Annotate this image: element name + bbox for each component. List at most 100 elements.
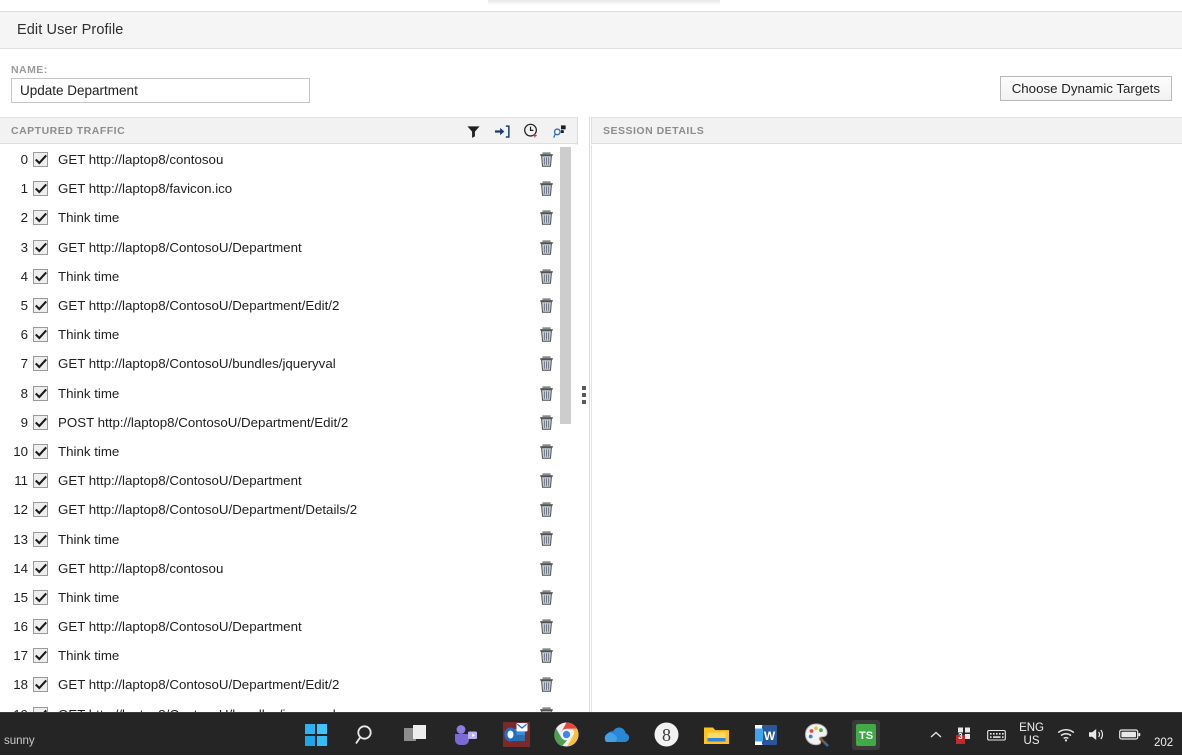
table-row[interactable]: 14 GET http://laptop8/contosou [0, 554, 578, 583]
file-explorer-icon[interactable] [701, 720, 731, 750]
row-checkbox[interactable] [33, 560, 48, 576]
pane-splitter[interactable] [578, 117, 590, 713]
row-checkbox[interactable] [33, 414, 48, 430]
table-row[interactable]: 10 Think time [0, 437, 578, 466]
row-checkbox[interactable] [33, 327, 48, 343]
table-row[interactable]: 2 Think time [0, 203, 578, 232]
trash-icon[interactable] [538, 151, 555, 168]
trash-icon[interactable] [538, 501, 555, 518]
table-row[interactable]: 12 GET http://laptop8/ContosoU/Department… [0, 495, 578, 524]
table-row[interactable]: 13 Think time [0, 524, 578, 553]
row-index: 9 [20, 414, 28, 430]
row-label: Think time [58, 327, 120, 343]
battery-icon[interactable] [1119, 728, 1141, 741]
row-checkbox[interactable] [33, 648, 48, 664]
paint-icon[interactable] [801, 720, 831, 750]
onedrive-icon[interactable] [601, 720, 631, 750]
name-input[interactable] [11, 78, 310, 103]
clock[interactable]: 202 [1154, 719, 1178, 750]
trash-icon[interactable] [538, 414, 555, 431]
row-index: 7 [20, 356, 28, 372]
search-icon[interactable] [351, 720, 381, 750]
trash-icon[interactable] [538, 209, 555, 226]
chevron-up-icon[interactable] [929, 728, 943, 742]
add-think-time-icon[interactable] [522, 122, 540, 140]
row-checkbox[interactable] [33, 385, 48, 401]
tray-app-badge-icon[interactable]: 3 [956, 726, 974, 744]
row-checkbox[interactable] [33, 298, 48, 314]
trash-icon[interactable] [538, 297, 555, 314]
language-indicator[interactable]: ENG US [1019, 722, 1044, 747]
volume-icon[interactable] [1088, 727, 1106, 742]
table-row[interactable]: 4 Think time [0, 262, 578, 291]
trash-icon[interactable] [538, 239, 555, 256]
table-row[interactable]: 3 GET http://laptop8/ContosoU/Department [0, 233, 578, 262]
word-icon[interactable]: W [751, 720, 781, 750]
row-label: Think time [58, 589, 120, 605]
row-checkbox[interactable] [33, 619, 48, 635]
teams-icon[interactable] [451, 720, 481, 750]
row-index: 10 [13, 443, 28, 459]
row-checkbox[interactable] [33, 152, 48, 168]
trash-icon[interactable] [538, 589, 555, 606]
row-index: 1 [20, 181, 28, 197]
trash-icon[interactable] [538, 268, 555, 285]
extract-value-icon[interactable] [551, 122, 569, 140]
captured-traffic-header-label: CAPTURED TRAFFIC [11, 125, 126, 137]
trash-icon[interactable] [538, 676, 555, 693]
table-row[interactable]: 7 GET http://laptop8/ContosoU/bundles/jqu… [0, 349, 578, 378]
table-row[interactable]: 9 POST http://laptop8/ContosoU/Department… [0, 408, 578, 437]
trash-icon[interactable] [538, 472, 555, 489]
row-checkbox[interactable] [33, 443, 48, 459]
trash-icon[interactable] [538, 647, 555, 664]
row-label: GET http://laptop8/ContosoU/Department/E… [58, 298, 340, 314]
table-row[interactable]: 17 Think time [0, 641, 578, 670]
trash-icon[interactable] [538, 180, 555, 197]
table-row[interactable]: 6 Think time [0, 320, 578, 349]
trash-icon[interactable] [538, 530, 555, 547]
trash-icon[interactable] [538, 385, 555, 402]
row-checkbox[interactable] [33, 502, 48, 518]
table-row[interactable]: 18 GET http://laptop8/ContosoU/Department… [0, 670, 578, 699]
scrollbar-thumb[interactable] [560, 147, 571, 424]
row-label: GET http://laptop8/ContosoU/Department [58, 239, 302, 255]
windows-start-icon[interactable] [301, 720, 331, 750]
trash-icon[interactable] [538, 618, 555, 635]
table-row[interactable]: 0 GET http://laptop8/contosou [0, 145, 578, 174]
trash-icon[interactable] [538, 443, 555, 460]
table-row[interactable]: 5 GET http://laptop8/ContosoU/Department/… [0, 291, 578, 320]
insert-step-icon[interactable] [493, 122, 511, 140]
ts-app-icon[interactable]: TS [851, 719, 881, 750]
row-checkbox[interactable] [33, 589, 48, 605]
row-label: Think time [58, 531, 120, 547]
row-checkbox[interactable] [33, 181, 48, 197]
row-checkbox[interactable] [33, 356, 48, 372]
row-checkbox[interactable] [33, 239, 48, 255]
trash-icon[interactable] [538, 326, 555, 343]
table-row[interactable]: 16 GET http://laptop8/ContosoU/Department [0, 612, 578, 641]
table-row[interactable]: 8 Think time [0, 379, 578, 408]
figure-eight-icon[interactable]: 8 [651, 720, 681, 750]
trash-icon[interactable] [538, 355, 555, 372]
row-checkbox[interactable] [33, 531, 48, 547]
row-checkbox[interactable] [33, 268, 48, 284]
row-checkbox[interactable] [33, 677, 48, 693]
table-row[interactable]: 11 GET http://laptop8/ContosoU/Department [0, 466, 578, 495]
filter-icon[interactable] [464, 122, 482, 140]
table-row[interactable]: 1 GET http://laptop8/favicon.ico [0, 174, 578, 203]
keyboard-icon[interactable] [987, 728, 1006, 742]
task-view-icon[interactable] [401, 720, 431, 750]
chrome-icon[interactable] [551, 720, 581, 750]
outlook-icon[interactable] [501, 720, 531, 750]
wifi-icon[interactable] [1057, 728, 1075, 742]
captured-traffic-scrollbar[interactable] [560, 145, 571, 713]
splitter-grip[interactable] [582, 386, 586, 404]
captured-traffic-list[interactable]: 0 GET http://laptop8/contosou 1 GET http://… [0, 145, 578, 713]
table-row[interactable]: 19GET http://laptop8/ContosoU/bundles/jq… [0, 700, 578, 713]
session-details-header: SESSION DETAILS [591, 117, 1182, 144]
row-checkbox[interactable] [33, 210, 48, 226]
row-checkbox[interactable] [33, 473, 48, 489]
choose-dynamic-targets-button[interactable]: Choose Dynamic Targets [999, 76, 1172, 101]
table-row[interactable]: 15 Think time [0, 583, 578, 612]
trash-icon[interactable] [538, 560, 555, 577]
